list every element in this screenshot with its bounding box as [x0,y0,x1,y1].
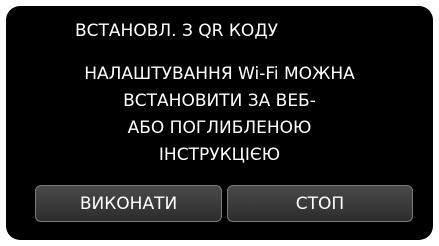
message-line: АБО ПОГЛИБЛЕНОЮ [127,118,312,138]
dialog-message: НАЛАШТУВАННЯ Wi-Fi МОЖНА ВСТАНОВИТИ ЗА В… [26,61,413,169]
execute-button[interactable]: ВИКОНАТИ [35,185,222,222]
message-line: ІНСТРУКЦІЄЮ [158,145,281,165]
message-line: ВСТАНОВИТИ ЗА ВЕБ- [123,91,316,111]
camera-screen: ВСТАНОВЛ. З QR КОДУ НАЛАШТУВАННЯ Wi-Fi М… [6,6,433,240]
dialog-title: ВСТАНОВЛ. З QR КОДУ [75,21,278,41]
stop-button[interactable]: СТОП [227,185,413,222]
execute-button-label: ВИКОНАТИ [79,193,178,214]
stop-button-label: СТОП [295,193,345,214]
message-line: НАЛАШТУВАННЯ Wi-Fi МОЖНА [84,64,355,84]
